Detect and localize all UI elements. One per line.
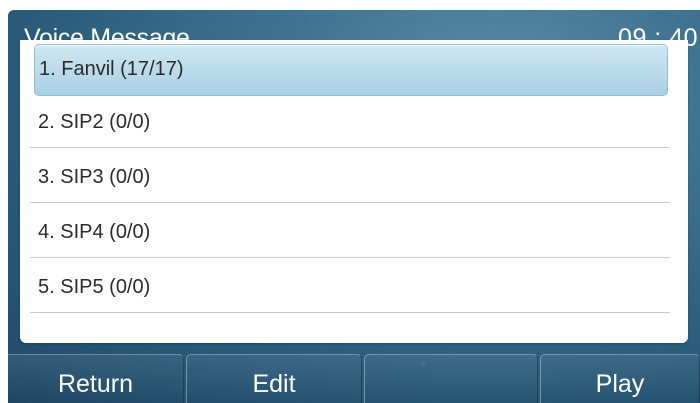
phone-screen: Voice Message 09 : 40 1. Fanvil (17/17) … bbox=[8, 10, 700, 403]
list-item-sip3[interactable]: 3. SIP3 (0/0) bbox=[30, 151, 670, 203]
empty-softkey[interactable] bbox=[364, 354, 538, 403]
return-softkey[interactable]: Return bbox=[8, 354, 184, 403]
play-softkey[interactable]: Play bbox=[540, 354, 700, 403]
softkey-bar: Return Edit Play bbox=[8, 354, 700, 403]
voice-message-list: 1. Fanvil (17/17) 2. SIP2 (0/0) 3. SIP3 … bbox=[20, 40, 688, 343]
list-item-sip4[interactable]: 4. SIP4 (0/0) bbox=[30, 206, 670, 258]
list-item-fanvil[interactable]: 1. Fanvil (17/17) bbox=[34, 44, 668, 96]
list-item-sip2[interactable]: 2. SIP2 (0/0) bbox=[30, 96, 670, 148]
list-item-sip5[interactable]: 5. SIP5 (0/0) bbox=[30, 261, 670, 313]
edit-softkey[interactable]: Edit bbox=[186, 354, 362, 403]
